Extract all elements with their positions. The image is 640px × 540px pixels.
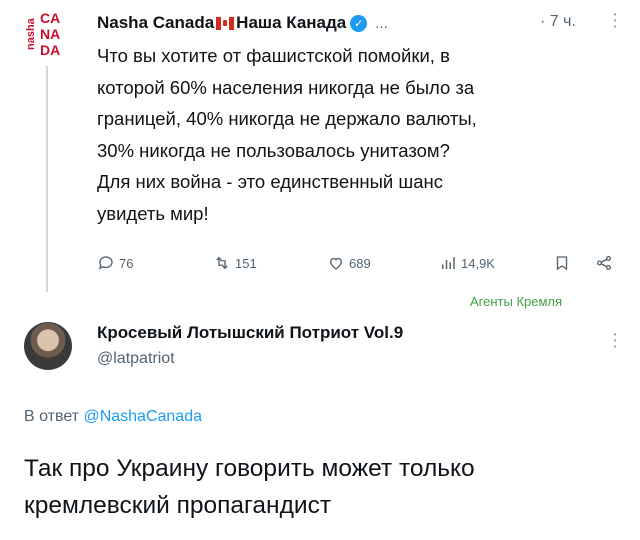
author-name-suffix[interactable]: Наша Канада	[236, 13, 346, 33]
views-count: 14,9K	[461, 255, 495, 271]
author-handle[interactable]: @latpatriot	[97, 350, 175, 368]
retweet-icon	[216, 256, 228, 270]
verified-badge-icon: ✓	[350, 14, 368, 32]
canada-flag-icon	[216, 16, 235, 30]
logo-side-text: nasha	[25, 18, 37, 50]
reply-prefix: В ответ	[24, 408, 84, 425]
tweet-timestamp[interactable]: · 7 ч.	[540, 13, 576, 31]
views-button[interactable]: 14,9K	[439, 254, 495, 272]
heart-icon	[330, 257, 342, 270]
more-options-icon[interactable]: ⋮	[606, 10, 624, 31]
name-ellipsis: ...	[375, 14, 388, 32]
like-button[interactable]: 689	[327, 254, 371, 272]
more-options-icon[interactable]: ⋮	[606, 330, 624, 351]
share-button[interactable]	[595, 254, 613, 272]
thread-line	[46, 66, 48, 292]
retweet-button[interactable]: 151	[213, 254, 257, 272]
like-count: 689	[349, 255, 371, 271]
author-name[interactable]: Nasha Canada	[97, 13, 214, 33]
reply-icon	[98, 256, 113, 270]
bookmark-icon	[556, 256, 568, 271]
avatar[interactable]	[24, 322, 72, 370]
tweet-text: Что вы хотите от фашистской помойки, в к…	[97, 45, 477, 224]
reply-count: 76	[119, 255, 134, 271]
logo-letters: CA NA DA	[40, 10, 72, 58]
views-icon	[442, 257, 455, 269]
logo-row: CA	[40, 10, 61, 26]
reply-button[interactable]: 76	[97, 254, 133, 272]
reply-handle-link[interactable]: @NashaCanada	[83, 408, 202, 425]
nasha-canada-logo[interactable]: nasha CA NA DA	[24, 10, 72, 58]
tweet-actions: 76 151 689 14,9K	[97, 254, 617, 278]
author-name[interactable]: Кросевый Лотышский Потриот Vol.9	[97, 323, 403, 343]
logo-row: NA	[40, 26, 61, 42]
watermark-text: Агенты Кремля	[470, 294, 563, 309]
share-icon	[596, 255, 612, 271]
logo-row: DA	[40, 42, 61, 58]
tweet1-header: Nasha Canada Наша Канада ✓ ...	[97, 12, 388, 34]
reply-context: В ответ @NashaCanada	[24, 408, 202, 426]
retweet-count: 151	[235, 255, 257, 271]
tweet-text: Так про Украину говорить может только кр…	[24, 455, 475, 519]
bookmark-button[interactable]	[553, 254, 571, 272]
